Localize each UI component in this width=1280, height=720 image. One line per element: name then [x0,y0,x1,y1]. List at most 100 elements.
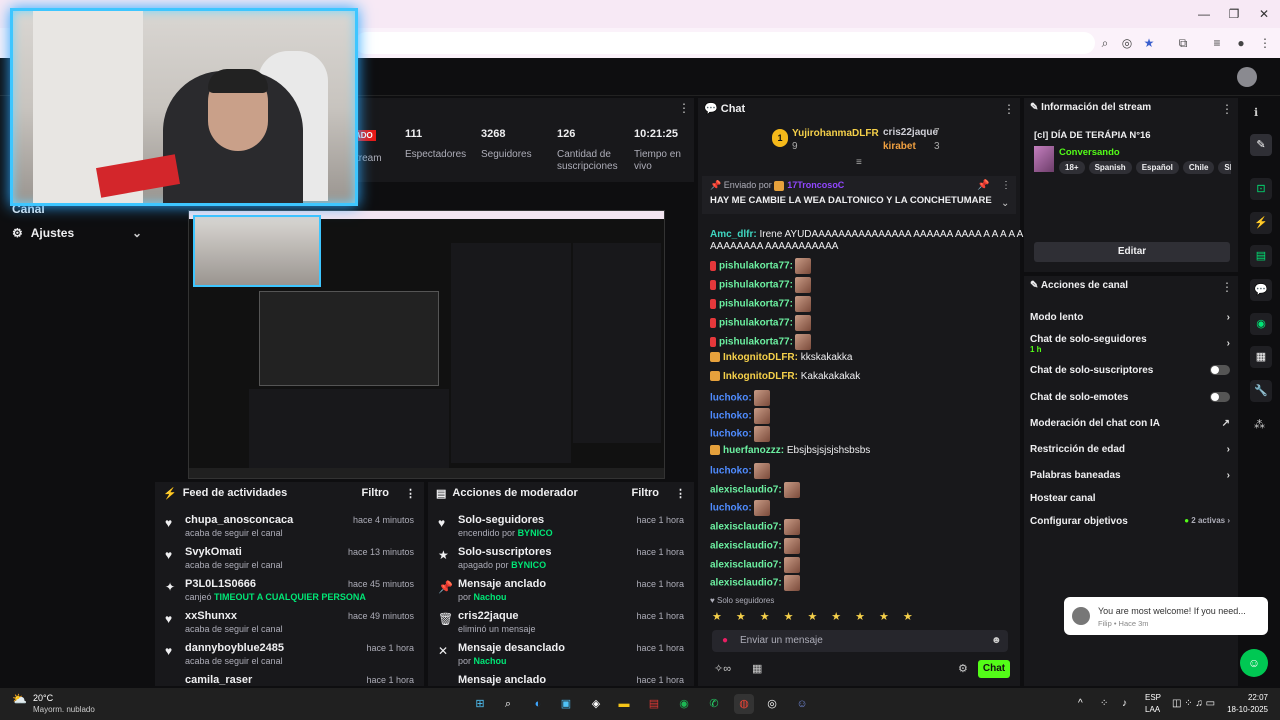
stream-category[interactable]: Conversando [1059,147,1120,158]
menu-icon[interactable]: ⋮ [1256,35,1274,51]
sidebar-item-ajustes[interactable]: ⚙ Ajustes ⌄ [12,223,142,243]
support-toast[interactable]: You are most welcome! If you need... Fil… [1064,597,1268,635]
leaderboard-rank-icon: 1 [772,129,788,147]
info-header: ✎ Información del stream [1030,102,1152,113]
pinned-by: 📌 Enviado por 17TroncosoC [710,180,845,191]
chat-message: luchoko: [710,463,770,479]
layout-icon[interactable]: ▦ [1250,346,1272,368]
eye-off-icon[interactable]: ◎ [1118,35,1136,51]
settings-icon[interactable]: ⚙ [958,662,968,675]
chat-message: AAAAAAAA AAAAAAAAAAA [710,241,839,252]
chat-message: InkognitoDLFR: kkskakakka [710,352,852,363]
clock-time[interactable]: 22:07 [1232,693,1268,702]
users-icon[interactable]: ⁂ [1254,418,1265,431]
chat-title: Chat [720,103,746,115]
address-bar[interactable] [355,32,1095,54]
action-followers-only[interactable]: Chat de solo-seguidores 1 h › [1030,334,1234,354]
edge-icon[interactable]: ◐ [528,694,548,714]
feed-filter-button[interactable]: Filtro [362,487,390,499]
gear-icon: ⚙ [12,226,23,240]
maximize-icon[interactable]: ❐ [1222,6,1246,22]
store-icon[interactable]: ▣ [556,694,576,714]
stat-followers: 3268 Seguidores [481,128,532,160]
webcam-overlay [10,8,358,206]
send-chat-button[interactable]: Chat [978,660,1010,678]
extensions-icon[interactable]: ⧉ [1174,35,1192,51]
chat-bubble-icon[interactable]: 💬 [1250,279,1272,301]
emote-bar[interactable]: ★★★★★★★★★ [712,610,1008,626]
region-indicator: LAA [1145,705,1161,714]
leader-third-name[interactable]: kirabet [883,141,916,152]
action-slow-mode[interactable]: Modo lento › [1030,312,1234,323]
leader-third-score: 3 [934,141,940,152]
chevron-up-icon[interactable]: ^ [1078,698,1083,709]
chevron-down-icon[interactable]: ⌄ [1001,198,1009,209]
network-icon[interactable]: ◫ ⁘ ♫ ▭ [1172,698,1215,709]
close-icon[interactable]: ✕ [1252,6,1276,22]
support-chat-icon[interactable]: ☺ [1240,649,1268,677]
wifi-icon[interactable]: ⁘ [1100,698,1108,709]
activity-feed-panel: ⚡ Feed de actividades Filtro ⋮ ♥ chupa_a… [155,482,424,686]
store-icon[interactable]: ▦ [752,662,762,675]
toast-text: You are most welcome! If you need... [1098,606,1246,616]
chrome-icon[interactable]: ◍ [734,694,754,714]
pinned-menu-icon[interactable]: ⋮ [1001,180,1011,191]
chat-menu-icon[interactable]: ⋮ [1003,102,1015,116]
discord-icon[interactable]: ☺ [792,694,812,714]
heart-icon: ♥ [165,644,173,658]
action-configure-goals[interactable]: Configurar objetivos ● 2 activas › [1030,516,1234,527]
zoom-icon[interactable]: ⌕ [1096,35,1114,51]
search-icon[interactable]: ⌕ [498,694,518,714]
action-emotes-only[interactable]: Chat de solo-emotes [1030,392,1234,403]
profile-icon[interactable]: ● [1232,35,1250,51]
app-icon[interactable]: ▤ [644,694,664,714]
folder-icon[interactable]: ▬ [614,694,634,714]
feed-menu-icon[interactable]: ⋮ [405,487,416,500]
info-menu-icon[interactable]: ⋮ [1221,102,1233,116]
live-sub: tream [356,153,382,164]
unpin-icon[interactable]: 📌 [977,180,989,191]
edit-button[interactable]: Editar [1034,242,1230,262]
obs-icon[interactable]: ◎ [762,694,782,714]
action-age-restriction[interactable]: Restricción de edad › [1030,444,1234,455]
avatar[interactable] [1237,67,1257,87]
toggle-switch [1210,365,1230,378]
channel-actions-menu-icon[interactable]: ⋮ [1221,280,1233,294]
document-icon[interactable]: ▤ [1250,245,1272,267]
bolt-icon[interactable]: ⚡ [1250,212,1272,234]
mod-menu-icon[interactable]: ⋮ [675,487,686,500]
minimize-icon[interactable]: — [1192,6,1216,22]
capture-icon[interactable]: ⊡ [1250,178,1272,200]
emoji-icon[interactable]: ☻ [991,635,1002,646]
leader-first-name[interactable]: YujirohanmaDLFR [792,128,879,139]
star-icon[interactable]: ★ [1140,35,1158,51]
lang-indicator[interactable]: ESP [1145,693,1161,702]
leader-second-name[interactable]: cris22jaque [883,127,938,138]
stat-live-time: 10:21:25 Tiempo en vivo [634,128,681,172]
mic-icon[interactable]: ● [722,635,728,646]
tools-icon[interactable]: 🔧 [1250,380,1272,402]
action-subs-only[interactable]: Chat de solo-suscriptores [1030,365,1234,376]
edit-icon[interactable]: ✎ [1250,134,1272,156]
chat-message: pishulakorta77: [710,277,811,293]
mic-icon[interactable]: ♪ [1122,698,1127,709]
mod-actions-title: Acciones de moderador [452,487,578,499]
feed-title: Feed de actividades [182,487,288,499]
windows-start-icon[interactable]: ⊞ [470,694,490,714]
stats-menu-icon[interactable]: ⋮ [678,101,690,115]
broadcast-icon[interactable]: ◉ [1250,313,1272,335]
action-host-channel[interactable]: Hostear canal [1030,493,1234,504]
info-icon[interactable]: ℹ [1254,106,1258,119]
points-icon[interactable]: ✧∞ [714,662,731,675]
heart-icon: ♥ [438,516,446,530]
action-ai-moderation[interactable]: Moderación del chat con IA ↗ [1030,418,1234,429]
chat-message: pishulakorta77: [710,334,811,350]
mod-filter-button[interactable]: Filtro [632,487,660,499]
action-banned-words[interactable]: Palabras baneadas › [1030,470,1234,481]
stream-preview[interactable] [188,210,665,479]
spotify-icon[interactable]: ◉ [674,694,694,714]
media-icon[interactable]: ≡ [1208,35,1226,51]
collapse-icon[interactable]: ≡ [856,157,862,168]
whatsapp-icon[interactable]: ✆ [704,694,724,714]
app-icon[interactable]: ◈ [586,694,606,714]
